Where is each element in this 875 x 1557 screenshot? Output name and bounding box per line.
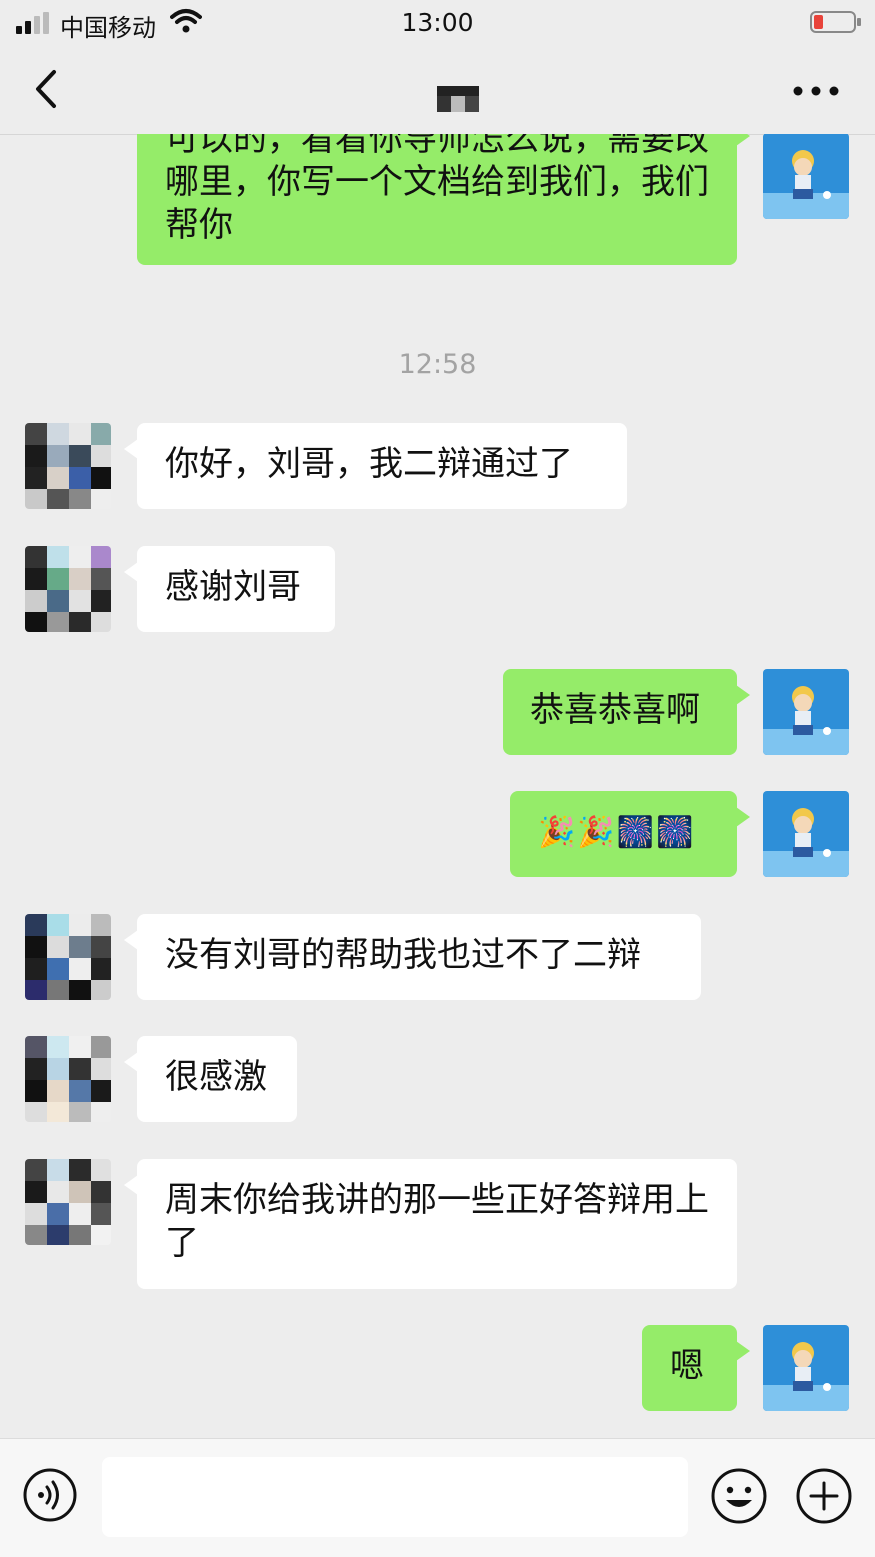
chat-timestamp: 12:58 [398, 349, 477, 380]
avatar-self[interactable] [763, 791, 849, 877]
emoji-icon[interactable] [710, 1467, 768, 1525]
avatar-contact[interactable] [25, 546, 111, 632]
message-bubble-outgoing[interactable]: 嗯 [642, 1325, 750, 1411]
message-list[interactable]: 可以的，看看你导师怎么说，需要改哪里，你写一个文档给到我们，我们帮你 12:58… [0, 134, 875, 1438]
message-bubble-incoming[interactable]: 周末你给我讲的那一些正好答辩用上了 [124, 1159, 737, 1289]
avatar-contact[interactable] [25, 423, 111, 509]
plus-icon[interactable] [795, 1467, 853, 1525]
message-input-bar [0, 1438, 875, 1557]
more-dots-icon[interactable] [792, 84, 840, 98]
message-bubble-incoming[interactable]: 你好，刘哥，我二辩通过了 [124, 423, 627, 509]
status-time: 13:00 [401, 8, 474, 37]
avatar-contact[interactable] [25, 914, 111, 1000]
voice-icon[interactable] [22, 1467, 78, 1523]
message-bubble-incoming[interactable]: 没有刘哥的帮助我也过不了二辩 [124, 914, 701, 1000]
message-bubble-incoming[interactable]: 很感激 [124, 1036, 297, 1122]
message-bubble-incoming[interactable]: 感谢刘哥 [124, 546, 335, 632]
avatar-contact[interactable] [25, 1159, 111, 1245]
message-bubble-outgoing[interactable]: 🎉🎉🎆🎆 [510, 791, 750, 877]
chevron-left-icon[interactable] [28, 68, 68, 110]
message-input[interactable] [102, 1457, 688, 1537]
avatar-contact[interactable] [25, 1036, 111, 1122]
battery-icon [810, 11, 861, 33]
contact-name-pixelated [437, 86, 479, 112]
chat-header [0, 44, 875, 135]
message-bubble-outgoing[interactable]: 恭喜恭喜啊 [503, 669, 750, 755]
avatar-self[interactable] [763, 669, 849, 755]
message-bubble-outgoing[interactable]: 可以的，看看你导师怎么说，需要改哪里，你写一个文档给到我们，我们帮你 [137, 134, 750, 265]
avatar-self[interactable] [763, 1325, 849, 1411]
avatar-self[interactable] [763, 134, 849, 219]
status-bar: 中国移动 13:00 [0, 0, 875, 44]
